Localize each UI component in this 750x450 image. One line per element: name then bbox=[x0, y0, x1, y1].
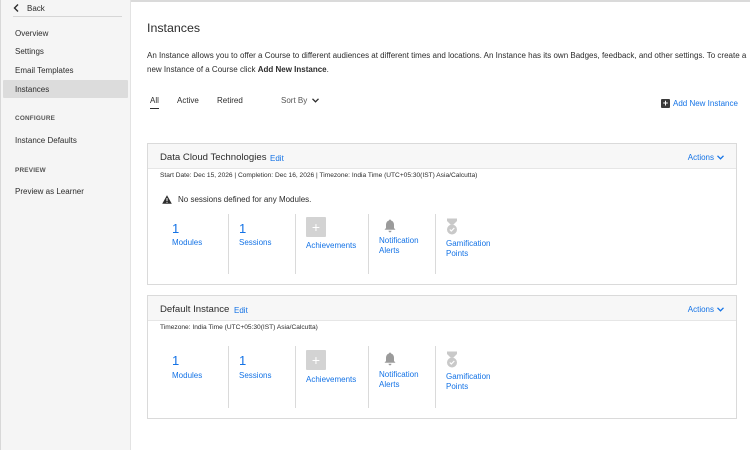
description-text: An Instance allows you to offer a Course… bbox=[147, 51, 747, 74]
notification-alerts-line1[interactable]: Notification bbox=[379, 236, 419, 246]
achievements-label[interactable]: Achievements bbox=[306, 375, 356, 385]
add-new-instance-label: Add New Instance bbox=[673, 99, 738, 108]
notification-alerts-stat[interactable]: Notification Alerts bbox=[379, 219, 451, 281]
tab-active[interactable]: Active bbox=[177, 96, 199, 105]
stat-divider bbox=[295, 214, 296, 274]
stat-divider bbox=[228, 346, 229, 408]
description-end: . bbox=[326, 64, 329, 74]
achievements-label[interactable]: Achievements bbox=[306, 241, 356, 251]
chevron-left-icon bbox=[13, 4, 19, 12]
sidebar: Back Overview Settings Email Templates I… bbox=[0, 0, 131, 450]
notification-alerts-stat[interactable]: Notification Alerts bbox=[379, 352, 451, 414]
chevron-down-icon bbox=[717, 155, 724, 160]
sessions-stat[interactable]: 1 Sessions bbox=[239, 221, 311, 283]
gamification-points-line2[interactable]: Points bbox=[446, 382, 468, 392]
sessions-count[interactable]: 1 bbox=[239, 221, 246, 236]
instance-meta: Timezone: India Time (UTC+05:30(IST) Asi… bbox=[160, 324, 318, 331]
sessions-label[interactable]: Sessions bbox=[239, 238, 271, 248]
tab-retired[interactable]: Retired bbox=[217, 96, 243, 105]
gamification-points-stat[interactable]: Gamification Points bbox=[446, 351, 518, 413]
warning-text: No sessions defined for any Modules. bbox=[178, 195, 312, 204]
chevron-down-icon bbox=[717, 307, 724, 312]
sidebar-item-email-templates[interactable]: Email Templates bbox=[3, 61, 128, 79]
warning-icon bbox=[162, 195, 172, 204]
instance-name: Data Cloud Technologies bbox=[160, 152, 267, 163]
plus-icon: + bbox=[661, 98, 670, 108]
page-description: An Instance allows you to offer a Course… bbox=[147, 49, 747, 76]
gamification-points-line2[interactable]: Points bbox=[446, 249, 468, 259]
modules-stat[interactable]: 1 Modules bbox=[172, 221, 244, 283]
notification-alerts-line1[interactable]: Notification bbox=[379, 370, 419, 380]
sidebar-item-instances[interactable]: Instances bbox=[3, 80, 128, 98]
chevron-down-icon bbox=[312, 98, 320, 103]
sidebar-item-settings[interactable]: Settings bbox=[3, 42, 128, 60]
actions-label: Actions bbox=[687, 305, 714, 314]
medal-icon bbox=[447, 351, 457, 368]
medal-icon bbox=[447, 218, 457, 235]
instance-card: Data Cloud Technologies Edit Actions Sta… bbox=[147, 143, 737, 285]
no-sessions-warning: No sessions defined for any Modules. bbox=[162, 195, 311, 204]
sidebar-item-instance-defaults[interactable]: Instance Defaults bbox=[3, 131, 128, 149]
sort-by-dropdown[interactable]: Sort By bbox=[281, 96, 320, 105]
sidebar-item-overview[interactable]: Overview bbox=[3, 24, 128, 42]
add-achievement-icon[interactable]: + bbox=[306, 350, 326, 370]
instance-name: Default Instance bbox=[160, 304, 230, 315]
stat-divider bbox=[435, 346, 436, 408]
sessions-stat[interactable]: 1 Sessions bbox=[239, 353, 311, 415]
stat-divider bbox=[368, 214, 369, 274]
actions-dropdown[interactable]: Actions bbox=[688, 153, 724, 162]
back-label: Back bbox=[27, 3, 45, 13]
edit-instance-link[interactable]: Edit bbox=[270, 154, 284, 163]
modules-count[interactable]: 1 bbox=[172, 353, 179, 368]
notification-alerts-line2[interactable]: Alerts bbox=[379, 380, 399, 390]
add-new-instance-button[interactable]: + Add New Instance bbox=[661, 99, 738, 108]
actions-dropdown[interactable]: Actions bbox=[688, 305, 724, 314]
top-divider bbox=[131, 0, 750, 2]
bell-icon bbox=[384, 219, 396, 233]
description-bold: Add New Instance bbox=[257, 64, 327, 74]
sessions-label[interactable]: Sessions bbox=[239, 371, 271, 381]
bell-icon bbox=[384, 352, 396, 366]
instance-meta: Start Date: Dec 15, 2026 | Completion: D… bbox=[160, 172, 478, 179]
notification-alerts-line2[interactable]: Alerts bbox=[379, 246, 399, 256]
instance-card: Default Instance Edit Actions Timezone: … bbox=[147, 295, 737, 419]
modules-label[interactable]: Modules bbox=[172, 238, 202, 248]
sessions-count[interactable]: 1 bbox=[239, 353, 246, 368]
modules-stat[interactable]: 1 Modules bbox=[172, 353, 244, 415]
back-button[interactable]: Back bbox=[13, 0, 122, 17]
stat-divider bbox=[228, 214, 229, 274]
modules-count[interactable]: 1 bbox=[172, 221, 179, 236]
actions-label: Actions bbox=[687, 153, 714, 162]
tab-all[interactable]: All bbox=[150, 96, 159, 109]
main-content: Instances An Instance allows you to offe… bbox=[131, 0, 750, 450]
page-title: Instances bbox=[147, 21, 201, 35]
gamification-points-line1[interactable]: Gamification bbox=[446, 239, 490, 249]
configure-heading: CONFIGURE bbox=[15, 115, 56, 122]
stat-divider bbox=[435, 214, 436, 274]
add-achievement-icon[interactable]: + bbox=[306, 217, 326, 237]
gamification-points-stat[interactable]: Gamification Points bbox=[446, 218, 518, 280]
gamification-points-line1[interactable]: Gamification bbox=[446, 372, 490, 382]
sidebar-item-preview-as-learner[interactable]: Preview as Learner bbox=[3, 182, 128, 200]
modules-label[interactable]: Modules bbox=[172, 371, 202, 381]
edit-instance-link[interactable]: Edit bbox=[234, 306, 248, 315]
stat-divider bbox=[295, 346, 296, 408]
stat-divider bbox=[368, 346, 369, 408]
sort-by-label: Sort By bbox=[281, 96, 308, 105]
preview-heading: PREVIEW bbox=[15, 167, 46, 174]
